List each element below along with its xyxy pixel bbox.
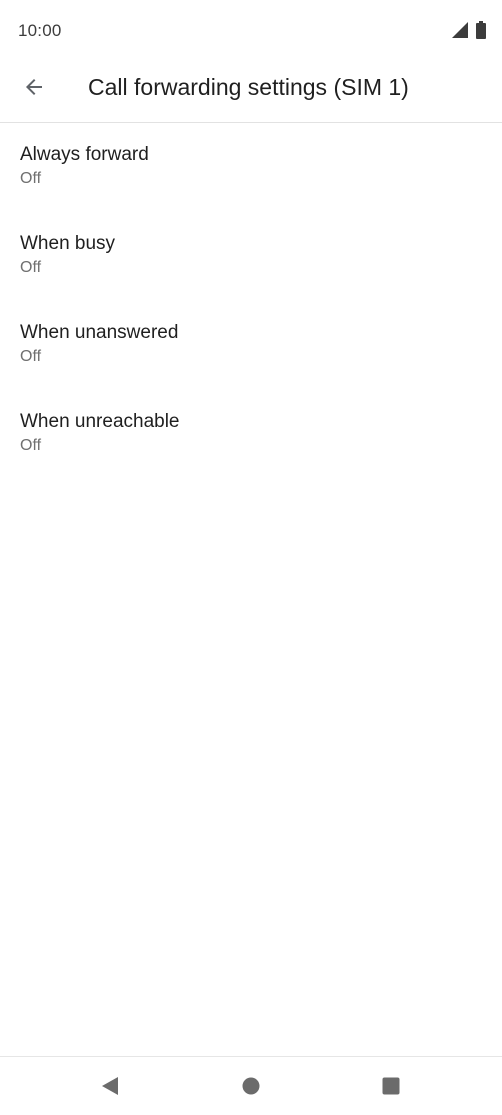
back-button[interactable]	[14, 69, 54, 109]
setting-title: When unreachable	[20, 411, 180, 432]
nav-recents-button[interactable]	[374, 1071, 408, 1105]
navigation-bar	[0, 1056, 502, 1115]
app-bar: Call forwarding settings (SIM 1)	[0, 60, 502, 123]
home-circle-icon	[241, 1076, 261, 1101]
settings-list: Always forward Off When busy Off When un…	[0, 123, 502, 479]
status-bar: 10:00	[0, 0, 502, 60]
setting-always-forward[interactable]: Always forward Off	[0, 123, 502, 212]
setting-title: Always forward	[20, 144, 149, 165]
page-title: Call forwarding settings (SIM 1)	[88, 74, 409, 100]
setting-summary: Off	[20, 348, 42, 365]
setting-when-busy[interactable]: When busy Off	[0, 212, 502, 301]
setting-summary: Off	[20, 437, 42, 454]
arrow-back-icon	[22, 75, 46, 104]
setting-when-unreachable[interactable]: When unreachable Off	[0, 390, 502, 479]
battery-icon	[476, 21, 486, 44]
status-time: 10:00	[18, 21, 62, 40]
nav-home-button[interactable]	[234, 1071, 268, 1105]
cellular-signal-icon	[452, 22, 468, 43]
back-triangle-icon	[100, 1076, 120, 1101]
setting-title: When unanswered	[20, 322, 179, 343]
setting-summary: Off	[20, 259, 42, 276]
status-icons	[452, 21, 486, 44]
setting-when-unanswered[interactable]: When unanswered Off	[0, 301, 502, 390]
recents-square-icon	[381, 1076, 401, 1101]
screen: 10:00 Call forwarding settings (SIM 1) A…	[0, 0, 502, 1115]
nav-back-button[interactable]	[93, 1071, 127, 1105]
setting-summary: Off	[20, 170, 42, 187]
setting-title: When busy	[20, 233, 116, 254]
